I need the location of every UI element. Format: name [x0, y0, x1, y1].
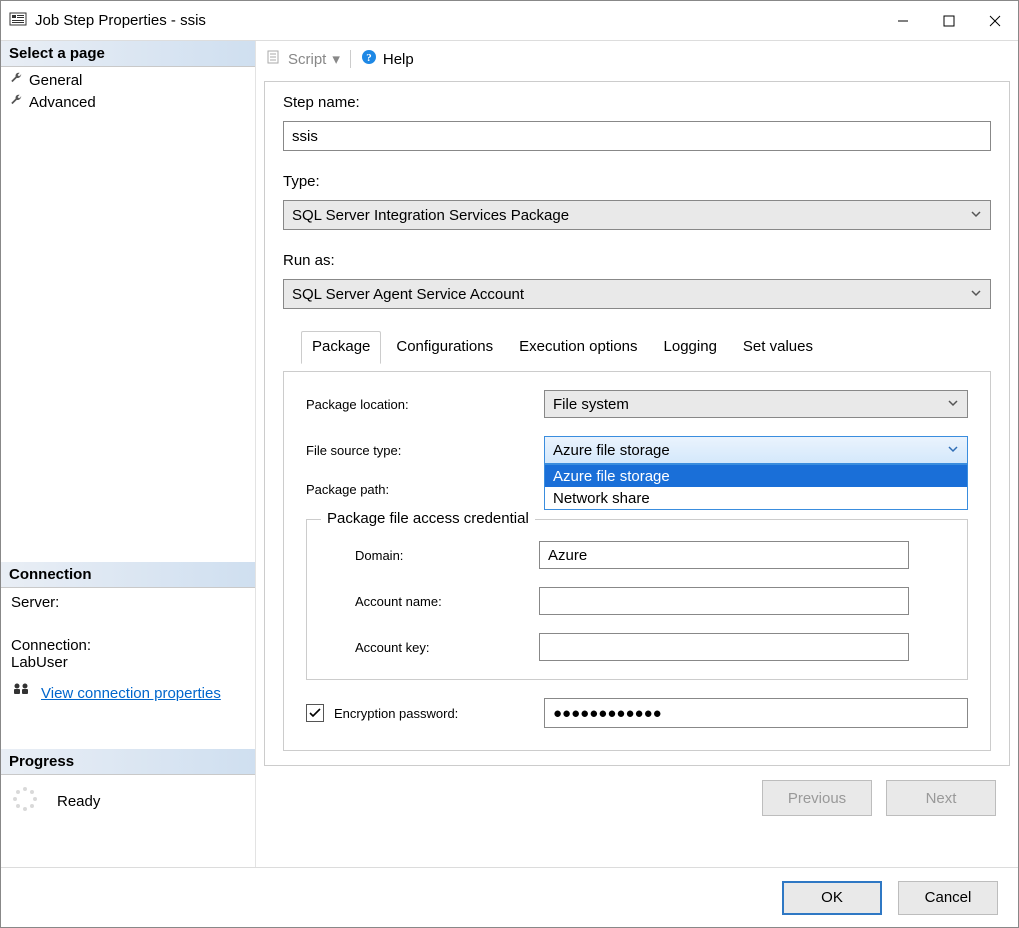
domain-input[interactable] [539, 541, 909, 569]
chevron-down-icon [947, 396, 959, 413]
progress-status: Ready [57, 793, 100, 810]
nav-label: Advanced [29, 94, 96, 111]
encryption-password-check-wrap: Encryption password: [306, 704, 536, 722]
right-body: Step name: Type: SQL Server Integration … [264, 81, 1010, 766]
help-icon: ? [361, 49, 377, 69]
run-as-label: Run as: [283, 252, 991, 269]
client-area: Select a page General Advanced Connectio… [1, 41, 1018, 867]
account-name-label: Account name: [327, 594, 527, 609]
nav-list: General Advanced [1, 67, 255, 115]
file-source-type-dropdown: Azure file storage Network share [544, 464, 968, 510]
cancel-button[interactable]: Cancel [898, 881, 998, 915]
tab-pane-package: Package location: File system File sourc… [283, 371, 991, 751]
encryption-password-label: Encryption password: [334, 706, 458, 721]
wrench-icon [9, 71, 23, 89]
script-icon [266, 49, 282, 69]
script-button[interactable]: Script [288, 51, 326, 68]
pager-row: Previous Next [256, 770, 1018, 826]
progress-body: Ready [1, 775, 255, 827]
tab-set-values[interactable]: Set values [732, 331, 824, 364]
script-dropdown-arrow-icon[interactable]: ▾ [332, 50, 340, 68]
connection-value: LabUser [11, 654, 245, 671]
window-title: Job Step Properties - ssis [35, 12, 206, 29]
account-name-input[interactable] [539, 587, 909, 615]
nav-item-general[interactable]: General [9, 69, 247, 91]
next-button[interactable]: Next [886, 780, 996, 816]
titlebar: Job Step Properties - ssis [1, 1, 1018, 41]
nav-item-advanced[interactable]: Advanced [9, 91, 247, 113]
toolbar-separator [350, 50, 351, 68]
action-bar: OK Cancel [1, 867, 1018, 927]
chevron-down-icon [970, 286, 982, 303]
toolbar: Script ▾ ? Help [256, 41, 1018, 77]
connection-header: Connection [1, 562, 255, 588]
step-name-input[interactable] [283, 121, 991, 151]
encryption-password-input[interactable] [544, 698, 968, 728]
progress-header: Progress [1, 749, 255, 775]
domain-label: Domain: [327, 548, 527, 563]
view-connection-properties-link[interactable]: View connection properties [41, 685, 221, 702]
window-root: Job Step Properties - ssis Select a page [0, 0, 1019, 928]
encryption-password-checkbox[interactable] [306, 704, 324, 722]
spinner-icon [11, 785, 39, 817]
tab-logging[interactable]: Logging [653, 331, 728, 364]
file-source-type-value: Azure file storage [553, 442, 670, 459]
titlebar-left: Job Step Properties - ssis [9, 10, 206, 31]
credential-fieldset: Package file access credential Domain: A… [306, 519, 968, 680]
file-source-type-combo[interactable]: Azure file storage Azure file storage Ne… [544, 436, 968, 464]
server-label: Server: [11, 594, 245, 611]
titlebar-controls [880, 6, 1018, 36]
svg-text:?: ? [366, 52, 372, 64]
dropdown-item-network-share[interactable]: Network share [545, 487, 967, 509]
connection-body: Server: Connection: LabUser View connect… [1, 588, 255, 719]
maximize-button[interactable] [926, 6, 972, 36]
close-button[interactable] [972, 6, 1018, 36]
select-page-header: Select a page [1, 41, 255, 67]
credential-legend: Package file access credential [321, 510, 535, 527]
left-spacer [1, 115, 255, 562]
package-location-value: File system [553, 396, 629, 413]
right-pane: Script ▾ ? Help Step name: Type: SQL Ser… [256, 41, 1018, 867]
chevron-down-icon [947, 442, 959, 459]
wrench-icon [9, 93, 23, 111]
ok-button[interactable]: OK [782, 881, 882, 915]
help-button[interactable]: ? Help [361, 49, 414, 69]
app-icon [9, 10, 27, 31]
run-as-combo[interactable]: SQL Server Agent Service Account [283, 279, 991, 309]
left-pane: Select a page General Advanced Connectio… [1, 41, 256, 867]
nav-label: General [29, 72, 82, 89]
help-label: Help [383, 51, 414, 68]
type-combo[interactable]: SQL Server Integration Services Package [283, 200, 991, 230]
step-name-label: Step name: [283, 94, 991, 111]
tab-execution-options[interactable]: Execution options [508, 331, 648, 364]
package-location-label: Package location: [306, 397, 536, 412]
file-source-type-label: File source type: [306, 443, 536, 458]
run-as-value: SQL Server Agent Service Account [292, 286, 524, 303]
previous-button[interactable]: Previous [762, 780, 872, 816]
minimize-button[interactable] [880, 6, 926, 36]
connection-properties-icon [11, 681, 31, 705]
tab-configurations[interactable]: Configurations [385, 331, 504, 364]
account-key-input[interactable] [539, 633, 909, 661]
package-location-combo[interactable]: File system [544, 390, 968, 418]
tab-package[interactable]: Package [301, 331, 381, 364]
account-key-label: Account key: [327, 640, 527, 655]
package-path-label: Package path: [306, 482, 536, 497]
chevron-down-icon [970, 207, 982, 224]
dropdown-item-azure-file-storage[interactable]: Azure file storage [545, 465, 967, 487]
tabbar: Package Configurations Execution options… [283, 331, 991, 364]
type-label: Type: [283, 173, 991, 190]
type-value: SQL Server Integration Services Package [292, 207, 569, 224]
connection-label: Connection: [11, 637, 245, 654]
